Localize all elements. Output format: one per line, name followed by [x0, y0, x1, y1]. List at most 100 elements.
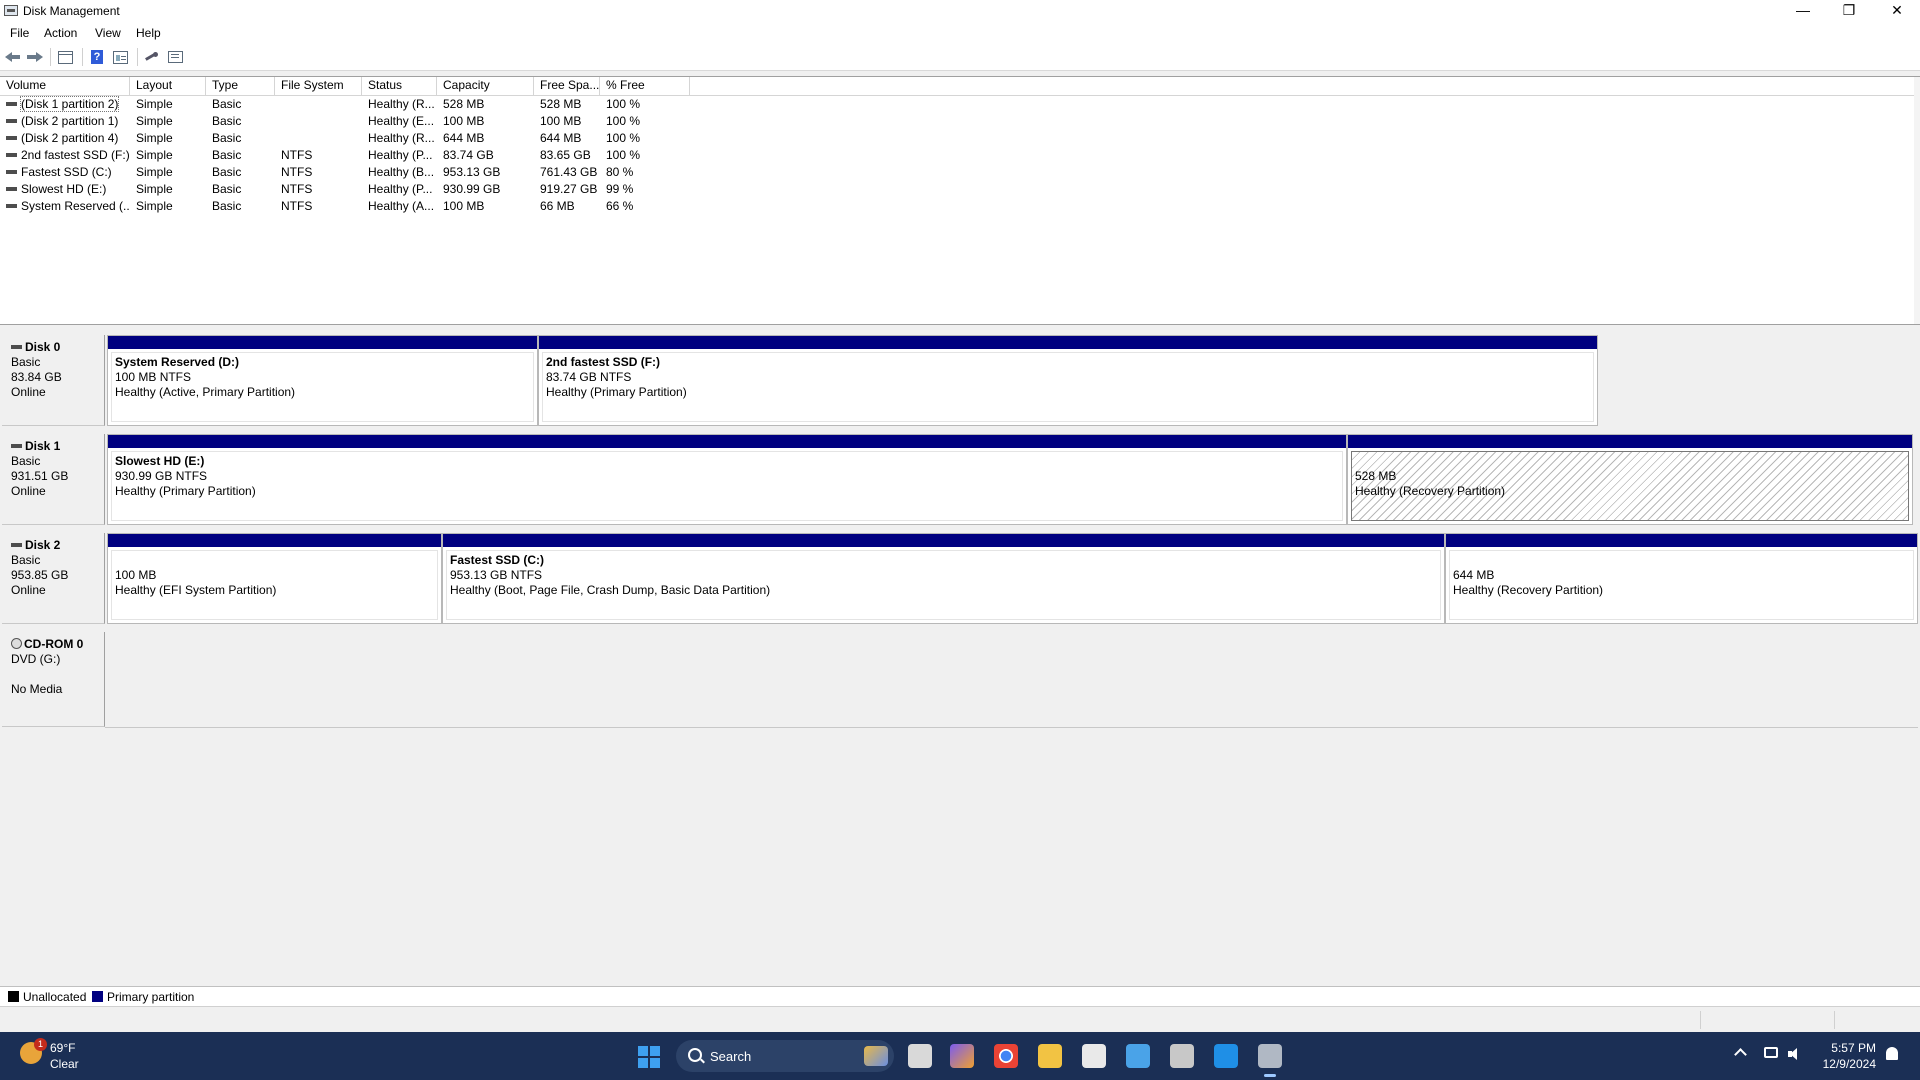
cdrom-label[interactable]: CD-ROM 0 DVD (G:) No Media	[2, 632, 105, 727]
column-capacity[interactable]: Capacity	[437, 77, 534, 95]
task-view-icon[interactable]	[908, 1044, 932, 1068]
volume-icon	[6, 169, 17, 174]
column-status[interactable]: Status	[362, 77, 437, 95]
list-view-icon[interactable]	[168, 51, 183, 63]
status-cell: Healthy (R...	[368, 131, 435, 145]
menu-action[interactable]: Action	[44, 26, 77, 40]
layout-cell: Simple	[136, 97, 173, 111]
menu-help[interactable]: Help	[136, 26, 161, 40]
table-row[interactable]: (Disk 2 partition 1) Simple Basic Health…	[0, 113, 700, 130]
partition-block-selected[interactable]: 528 MB Healthy (Recovery Partition)	[1347, 434, 1913, 525]
weather-badge: 1	[34, 1038, 47, 1051]
chrome-icon[interactable]	[994, 1044, 1018, 1068]
disk-row-2: Disk 2 Basic 953.85 GB Online 100 MB Hea…	[2, 533, 1918, 624]
partition-size: 100 MB	[115, 568, 157, 582]
partition-block[interactable]: 2nd fastest SSD (F:) 83.74 GB NTFS Healt…	[538, 335, 1598, 426]
notepad-icon[interactable]	[1126, 1044, 1150, 1068]
disk-icon	[11, 542, 22, 547]
close-button[interactable]: ✕	[1874, 0, 1920, 23]
volume-name: 2nd fastest SSD (F:)	[21, 148, 130, 162]
partition-block[interactable]: 100 MB Healthy (EFI System Partition)	[107, 533, 442, 624]
status-bar	[0, 1006, 1920, 1033]
security-shield-icon[interactable]	[1214, 1044, 1238, 1068]
capacity-cell: 644 MB	[443, 131, 485, 145]
disk-type: Basic	[11, 454, 41, 468]
partition-block[interactable]: Slowest HD (E:) 930.99 GB NTFS Healthy (…	[107, 434, 1347, 525]
disk-label[interactable]: Disk 1 Basic 931.51 GB Online	[2, 434, 105, 525]
console-tree-icon[interactable]	[58, 51, 73, 64]
disk-name: Disk 0	[25, 340, 61, 354]
chevron-up-icon[interactable]	[1734, 1048, 1747, 1061]
capacity-cell: 528 MB	[443, 97, 485, 111]
table-row[interactable]: (Disk 2 partition 4) Simple Basic Health…	[0, 130, 700, 147]
partition-block[interactable]: Fastest SSD (C:) 953.13 GB NTFS Healthy …	[442, 533, 1445, 624]
notification-bell-icon[interactable]	[1886, 1047, 1898, 1060]
connect-icon[interactable]	[144, 49, 162, 65]
percent-free-cell: 100 %	[606, 97, 641, 111]
minimize-button[interactable]: —	[1780, 0, 1826, 23]
column-file-system[interactable]: File System	[275, 77, 362, 95]
partition-name: Fastest SSD (C:)	[450, 553, 545, 567]
menu-view[interactable]: View	[95, 26, 121, 40]
legend: Unallocated Primary partition	[0, 986, 1920, 1007]
microsoft-store-icon[interactable]	[1082, 1044, 1106, 1068]
type-cell: Basic	[212, 148, 242, 162]
forward-arrow-icon[interactable]	[26, 49, 44, 65]
clock-time[interactable]: 5:57 PM	[1818, 1041, 1876, 1055]
table-row[interactable]: 2nd fastest SSD (F:) Simple Basic NTFS H…	[0, 147, 700, 164]
volume-icon	[6, 186, 17, 191]
menu-bar: File Action View Help	[0, 23, 1920, 44]
cdrom-empty-area	[105, 632, 1918, 728]
disk-type: Basic	[11, 355, 41, 369]
volume-name: (Disk 1 partition 2)	[19, 96, 120, 112]
free-space-cell: 528 MB	[540, 97, 582, 111]
disk-row-1: Disk 1 Basic 931.51 GB Online Slowest HD…	[2, 434, 1918, 525]
column-layout[interactable]: Layout	[130, 77, 206, 95]
layout-cell: Simple	[136, 114, 173, 128]
network-icon[interactable]	[1764, 1047, 1778, 1058]
disk-name: Disk 1	[25, 439, 61, 453]
restore-button[interactable]: ❐	[1826, 0, 1872, 23]
volume-icon	[6, 101, 17, 106]
menu-file[interactable]: File	[10, 26, 29, 40]
disk-label[interactable]: Disk 2 Basic 953.85 GB Online	[2, 533, 105, 624]
calculator-icon[interactable]	[1170, 1044, 1194, 1068]
table-row[interactable]: Fastest SSD (C:) Simple Basic NTFS Healt…	[0, 164, 700, 181]
type-cell: Basic	[212, 165, 242, 179]
table-row[interactable]: (Disk 1 partition 2) Simple Basic Health…	[0, 96, 700, 113]
weather-description[interactable]: Clear	[50, 1057, 79, 1071]
copilot-icon[interactable]	[950, 1044, 974, 1068]
disk-label[interactable]: Disk 0 Basic 83.84 GB Online	[2, 335, 105, 426]
help-icon[interactable]: ?	[91, 50, 103, 64]
weather-temperature[interactable]: 69°F	[50, 1041, 75, 1055]
taskbar-search[interactable]: Search	[676, 1040, 894, 1072]
layout-cell: Simple	[136, 165, 173, 179]
partition-block[interactable]: System Reserved (D:) 100 MB NTFS Healthy…	[107, 335, 538, 426]
status-divider	[1700, 1011, 1701, 1029]
volume-icon	[6, 135, 17, 140]
status-cell: Healthy (B...	[368, 165, 435, 179]
column-free-space[interactable]: Free Spa...	[534, 77, 600, 95]
column-type[interactable]: Type	[206, 77, 275, 95]
disk-size: 83.84 GB	[11, 370, 62, 384]
clock-date[interactable]: 12/9/2024	[1818, 1057, 1876, 1071]
partition-status: Healthy (Boot, Page File, Crash Dump, Ba…	[450, 583, 771, 597]
disk-management-taskbar-icon[interactable]	[1258, 1044, 1282, 1077]
partition-block[interactable]: 644 MB Healthy (Recovery Partition)	[1445, 533, 1918, 624]
status-divider	[1834, 1011, 1835, 1029]
column-filler	[690, 77, 1920, 95]
column-volume[interactable]: Volume	[0, 77, 130, 95]
toolbar-separator	[82, 48, 83, 66]
start-button[interactable]	[638, 1046, 660, 1068]
file-explorer-icon[interactable]	[1038, 1044, 1062, 1068]
properties-icon[interactable]	[113, 51, 128, 64]
table-row[interactable]: System Reserved (... Simple Basic NTFS H…	[0, 198, 700, 215]
back-arrow-icon[interactable]	[4, 49, 22, 65]
volume-icon[interactable]	[1788, 1047, 1802, 1061]
table-row[interactable]: Slowest HD (E:) Simple Basic NTFS Health…	[0, 181, 700, 198]
status-cell: Healthy (P...	[368, 148, 433, 162]
column-percent-free[interactable]: % Free	[600, 77, 690, 95]
toolbar-separator	[137, 48, 138, 66]
volume-list-scrollbar[interactable]	[1914, 77, 1920, 324]
